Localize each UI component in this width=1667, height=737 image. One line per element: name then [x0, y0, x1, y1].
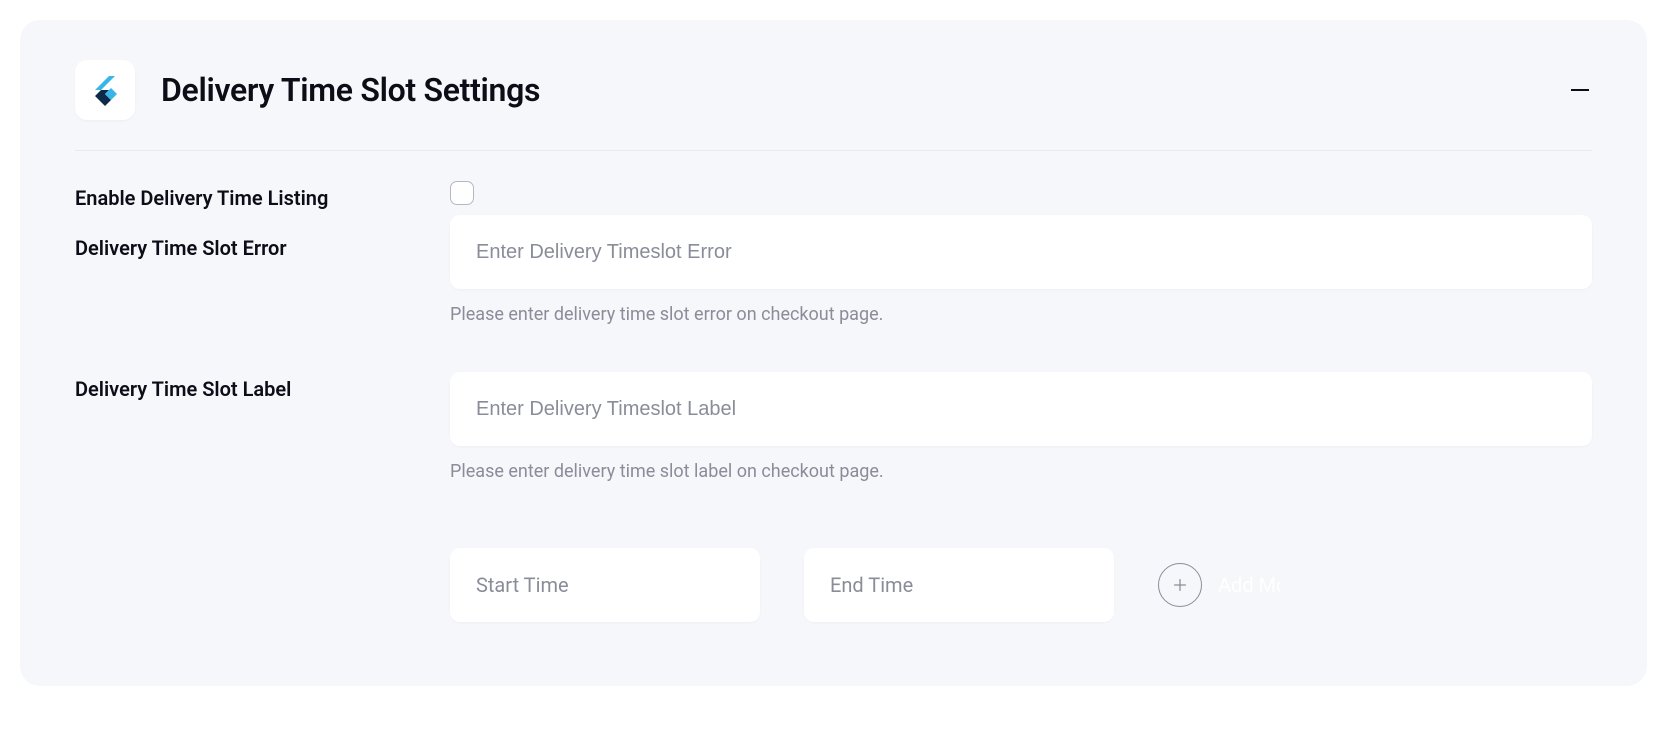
error-help-text: Please enter delivery time slot error on… — [450, 303, 1592, 326]
error-input[interactable] — [450, 215, 1592, 289]
slot-label-input-col: Please enter delivery time slot label on… — [450, 372, 1592, 483]
row-time: Start Time End Time Add More — [75, 548, 1592, 622]
add-more-button[interactable]: Add More — [1158, 563, 1280, 607]
end-time-placeholder: End Time — [830, 573, 913, 597]
panel-header: Delivery Time Slot Settings — [75, 60, 1592, 151]
error-label: Delivery Time Slot Error — [75, 235, 450, 261]
slot-label-col: Delivery Time Slot Label — [75, 372, 450, 402]
time-row: Start Time End Time Add More — [450, 548, 1592, 622]
minus-icon — [1571, 89, 1589, 91]
panel-title: Delivery Time Slot Settings — [161, 71, 540, 109]
start-time-placeholder: Start Time — [476, 573, 569, 597]
plus-icon — [1170, 575, 1190, 595]
plus-circle-icon — [1158, 563, 1202, 607]
slot-label-input[interactable] — [450, 372, 1592, 446]
app-logo-icon — [89, 74, 121, 106]
app-logo-box — [75, 60, 135, 120]
slot-label-help-text: Please enter delivery time slot label on… — [450, 460, 1592, 483]
slot-label-label: Delivery Time Slot Label — [75, 376, 450, 402]
collapse-button[interactable] — [1568, 78, 1592, 102]
time-label-col — [75, 548, 450, 552]
row-slot-label: Delivery Time Slot Label Please enter de… — [75, 372, 1592, 483]
time-input-col: Start Time End Time Add More — [450, 548, 1592, 622]
enable-listing-label: Enable Delivery Time Listing — [75, 185, 450, 211]
panel-header-left: Delivery Time Slot Settings — [75, 60, 540, 120]
settings-panel: Delivery Time Slot Settings Enable Deliv… — [20, 20, 1647, 686]
start-time-input[interactable]: Start Time — [450, 548, 760, 622]
add-more-label: Add More — [1218, 573, 1280, 597]
row-enable-and-error: Enable Delivery Time Listing Delivery Ti… — [75, 181, 1592, 326]
input-col-1: Please enter delivery time slot error on… — [450, 181, 1592, 326]
labels-col-1: Enable Delivery Time Listing Delivery Ti… — [75, 181, 450, 261]
end-time-input[interactable]: End Time — [804, 548, 1114, 622]
enable-listing-checkbox[interactable] — [450, 181, 474, 205]
